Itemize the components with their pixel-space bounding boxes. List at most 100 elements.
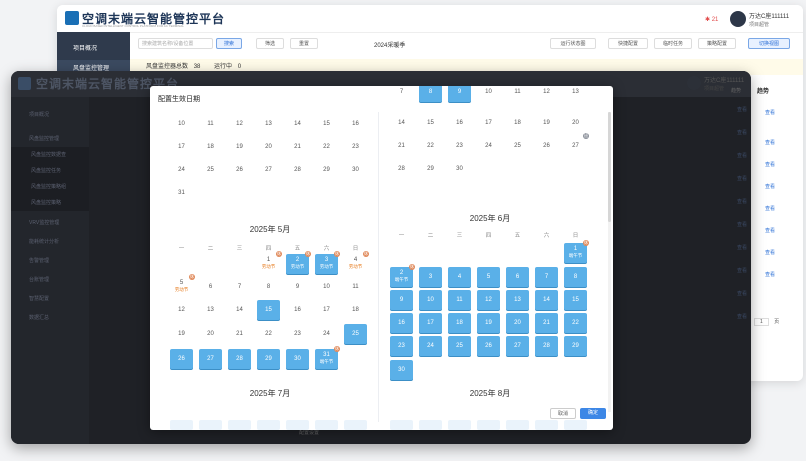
calendar-day[interactable]: 31 端午节休 bbox=[315, 346, 340, 369]
calendar-day[interactable]: 7 bbox=[535, 267, 558, 287]
calendar-day[interactable]: 12 bbox=[228, 114, 251, 134]
view-link[interactable]: 查看 bbox=[765, 161, 775, 168]
calendar-day[interactable]: 24 bbox=[315, 324, 338, 344]
calendar-day[interactable]: 10 bbox=[419, 290, 442, 310]
calendar-day[interactable]: 11 bbox=[448, 290, 471, 310]
calendar-day[interactable]: 17 bbox=[419, 313, 442, 333]
sidebar-item-alarm[interactable]: 告警管理 bbox=[11, 253, 89, 269]
calendar-day[interactable]: 30 bbox=[448, 159, 471, 179]
calendar-day[interactable]: 25 bbox=[199, 160, 222, 180]
timer-select[interactable]: 临时任务 bbox=[654, 38, 692, 49]
search-input[interactable]: 搜索建筑名称/设备位置 bbox=[138, 38, 213, 49]
calendar-day[interactable]: 24 bbox=[170, 160, 193, 180]
calendar-day[interactable]: 27 bbox=[506, 336, 529, 356]
calendar-day[interactable]: 22 bbox=[315, 137, 338, 157]
sidebar-item-energy[interactable]: 能耗统计分析 bbox=[11, 234, 89, 250]
switch-view-button[interactable]: 切换视图 bbox=[748, 38, 790, 49]
calendar-day[interactable]: 3 劳动节休 bbox=[315, 251, 340, 274]
filter-button[interactable]: 筛选 bbox=[256, 38, 284, 49]
calendar-day[interactable]: 8 bbox=[419, 86, 442, 102]
calendar-day[interactable]: 8 bbox=[257, 277, 280, 297]
calendar-day[interactable]: 19 bbox=[535, 113, 558, 133]
calendar-day[interactable]: 24 bbox=[419, 336, 442, 356]
calendar-day[interactable]: 30 bbox=[286, 349, 309, 369]
strategy-select[interactable]: 策略配置 bbox=[698, 38, 736, 49]
calendar-day[interactable]: 29 bbox=[315, 160, 338, 180]
calendar-day[interactable]: 11 bbox=[344, 277, 367, 297]
page-input[interactable]: 1 bbox=[754, 318, 769, 326]
calendar-day[interactable]: 19 bbox=[228, 137, 251, 157]
calendar-day[interactable]: 5 劳动节休 bbox=[170, 274, 195, 297]
calendar-day[interactable]: 5 bbox=[477, 267, 500, 287]
calendar-day[interactable]: 18 bbox=[448, 313, 471, 333]
calendar-day[interactable]: 29 bbox=[419, 159, 442, 179]
view-link[interactable]: 查看 bbox=[765, 227, 775, 234]
calendar-day[interactable]: 7 bbox=[228, 277, 251, 297]
calendar-day[interactable]: 9 bbox=[390, 290, 413, 310]
calendar-day[interactable]: 22 bbox=[257, 324, 280, 344]
sidebar-item-ledger[interactable]: 台账管理 bbox=[11, 272, 89, 288]
calendar-day[interactable]: 22 bbox=[419, 136, 442, 156]
scrollbar-thumb[interactable] bbox=[608, 112, 611, 222]
calendar-day[interactable]: 25 bbox=[448, 336, 471, 356]
alert-count[interactable]: ✱ 21 bbox=[705, 16, 718, 23]
calendar-day[interactable]: 10 bbox=[170, 114, 193, 134]
calendar-day[interactable]: 10 bbox=[477, 86, 500, 102]
calendar-day[interactable]: 16 bbox=[448, 113, 471, 133]
calendar-day[interactable]: 17 bbox=[170, 137, 193, 157]
calendar-day[interactable]: 13 bbox=[257, 114, 280, 134]
calendar-day[interactable]: 9 bbox=[286, 277, 309, 297]
cancel-button[interactable]: 取消 bbox=[550, 408, 576, 419]
reset-button[interactable]: 重置 bbox=[290, 38, 318, 49]
view-link[interactable]: 查看 bbox=[765, 205, 775, 212]
calendar-day[interactable]: 17 bbox=[477, 113, 500, 133]
calendar-day[interactable]: 1 劳动节休 bbox=[257, 251, 282, 274]
calendar-day[interactable]: 27 班 bbox=[564, 133, 589, 156]
calendar-day[interactable]: 11 bbox=[506, 86, 529, 102]
calendar-day[interactable]: 28 bbox=[390, 159, 413, 179]
calendar-day[interactable]: 23 bbox=[390, 336, 413, 356]
calendar-day[interactable]: 18 bbox=[199, 137, 222, 157]
calendar-day[interactable]: 21 bbox=[390, 136, 413, 156]
calendar-day[interactable]: 26 bbox=[170, 349, 193, 369]
calendar-day[interactable]: 21 bbox=[228, 324, 251, 344]
calendar-day[interactable]: 12 bbox=[477, 290, 500, 310]
avatar[interactable] bbox=[730, 11, 746, 27]
search-button[interactable]: 搜索 bbox=[216, 38, 242, 49]
modal-scrollbar[interactable] bbox=[608, 112, 611, 412]
calendar-day[interactable]: 6 bbox=[506, 267, 529, 287]
calendar-day[interactable]: 20 bbox=[199, 324, 222, 344]
calendar-day[interactable]: 4 劳动节休 bbox=[344, 251, 369, 274]
calendar-day[interactable]: 8 bbox=[564, 267, 587, 287]
calendar-day[interactable]: 11 bbox=[199, 114, 222, 134]
calendar-day[interactable]: 10 bbox=[315, 277, 338, 297]
calendar-day[interactable]: 20 bbox=[257, 137, 280, 157]
calendar-day[interactable]: 19 bbox=[170, 324, 193, 344]
calendar-day[interactable]: 9 bbox=[448, 86, 471, 102]
calendar-day[interactable]: 2 劳动节休 bbox=[286, 251, 311, 274]
calendar-day[interactable]: 6 bbox=[199, 277, 222, 297]
calendar-day[interactable]: 14 bbox=[535, 290, 558, 310]
quick-config-select[interactable]: 快捷配置 bbox=[608, 38, 648, 49]
calendar-day[interactable]: 15 bbox=[315, 114, 338, 134]
calendar-day[interactable]: 26 bbox=[535, 136, 558, 156]
calendar-day[interactable]: 30 bbox=[344, 160, 367, 180]
calendar-day[interactable]: 27 bbox=[199, 349, 222, 369]
calendar-day[interactable]: 13 bbox=[199, 300, 222, 320]
sidebar-item-overview[interactable]: 项目概况 bbox=[11, 107, 89, 123]
calendar-day[interactable]: 26 bbox=[477, 336, 500, 356]
sidebar-subitem-strategy[interactable]: 风盘监控策略 bbox=[11, 195, 89, 211]
view-link[interactable]: 查看 bbox=[765, 139, 775, 146]
status-view-button[interactable]: 运行状态图 bbox=[550, 38, 596, 49]
sidebar-item-fan-coil[interactable]: 风盘监控管理 bbox=[11, 131, 89, 147]
calendar-day[interactable]: 27 bbox=[257, 160, 280, 180]
calendar-day[interactable]: 23 bbox=[286, 324, 309, 344]
calendar-day[interactable]: 4 bbox=[448, 267, 471, 287]
season-label[interactable]: 2024采暖季 bbox=[374, 40, 405, 49]
calendar-day[interactable]: 23 bbox=[344, 137, 367, 157]
calendar-day[interactable]: 13 bbox=[564, 86, 587, 102]
view-link[interactable]: 查看 bbox=[765, 271, 775, 278]
calendar-day[interactable]: 16 bbox=[390, 313, 413, 333]
view-link[interactable]: 查看 bbox=[765, 249, 775, 256]
calendar-day[interactable]: 31 bbox=[170, 183, 193, 203]
